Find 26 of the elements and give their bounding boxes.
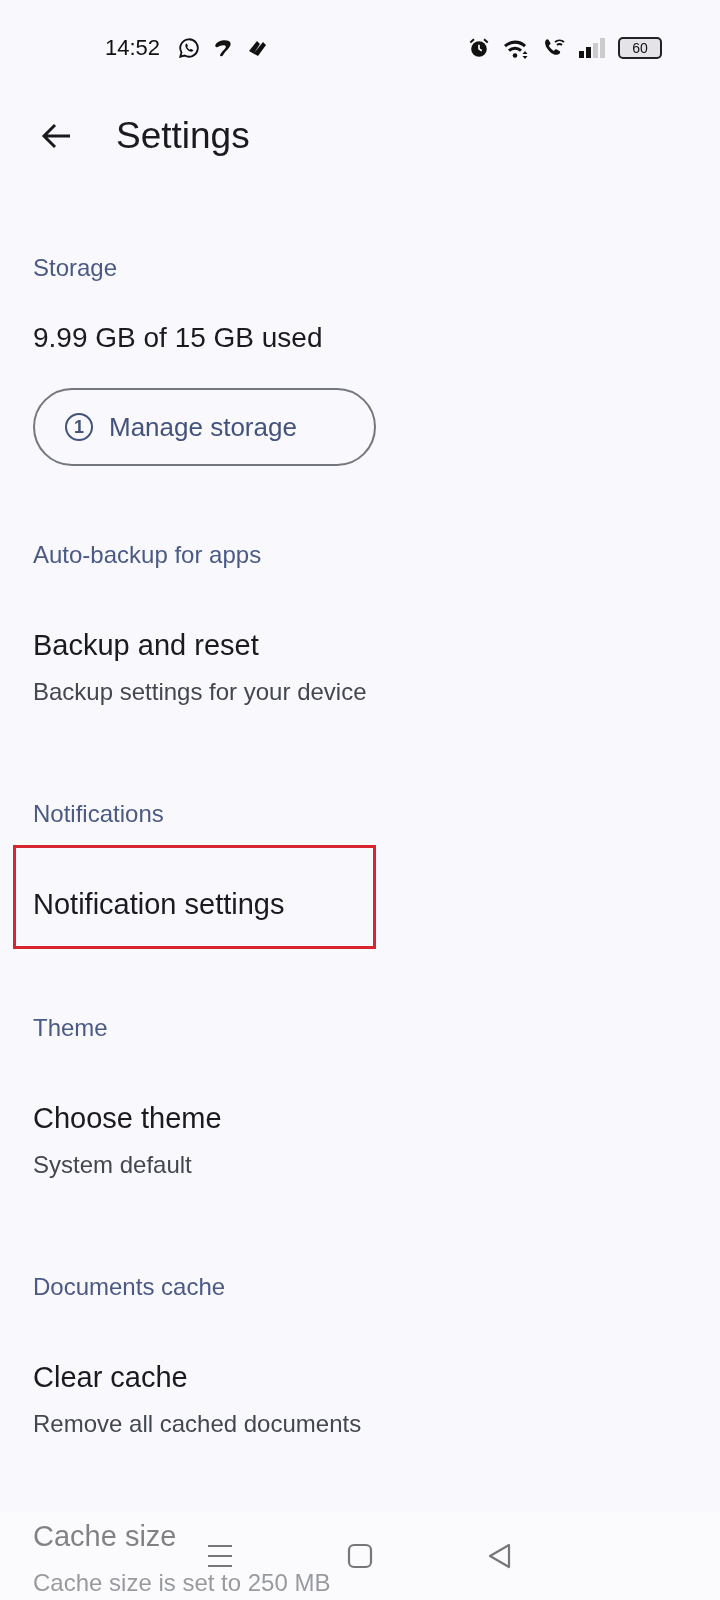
section-header: Notifications: [33, 799, 165, 829]
setting-title[interactable]: Choose theme: [33, 1100, 687, 1136]
manage-storage-button[interactable]: 1 Manage storage: [33, 388, 376, 466]
chat-icon: [178, 37, 201, 59]
setting-description: Backup settings for your device: [33, 677, 368, 707]
setting-description: System default: [33, 1150, 193, 1180]
setting-description: Cache size is set to 250 MB: [33, 1568, 332, 1598]
setting-title[interactable]: Notification settings: [33, 886, 687, 922]
setting-title[interactable]: Clear cache: [33, 1359, 687, 1395]
signal-icon: [578, 37, 606, 59]
section-header: Documents cache: [33, 1272, 227, 1302]
page-title: Settings: [116, 115, 250, 157]
setting-description: Remove all cached documents: [33, 1409, 363, 1439]
clock: 14:52: [105, 35, 161, 61]
back-nav-button[interactable]: [487, 1543, 513, 1569]
storage-usage: 9.99 GB of 15 GB used: [33, 321, 324, 355]
setting-title[interactable]: Cache size: [33, 1518, 687, 1554]
one-badge: 1: [65, 413, 93, 441]
alarm-clock-icon: [468, 37, 490, 59]
section-header: Storage: [33, 253, 119, 283]
menu-button[interactable]: [207, 1544, 233, 1568]
setting-title[interactable]: Backup and reset: [33, 627, 687, 663]
section-header: Theme: [33, 1013, 109, 1043]
section-header: Auto-backup for apps: [33, 540, 263, 570]
home-button[interactable]: [347, 1543, 373, 1569]
battery-level: 60: [632, 41, 648, 55]
